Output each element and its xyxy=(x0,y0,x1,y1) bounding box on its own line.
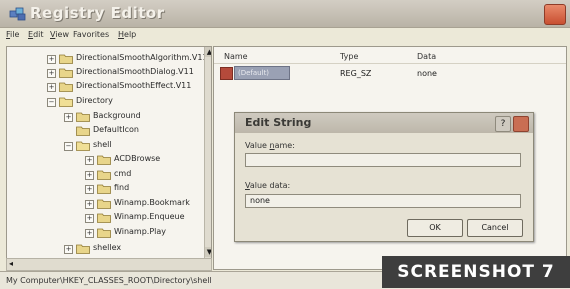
tree-item-label: cmd xyxy=(114,169,132,178)
tree-item-label: DirectionalSmoothEffect.V11 xyxy=(76,81,192,90)
folder-icon xyxy=(76,112,90,122)
expand-icon[interactable]: + xyxy=(85,171,94,180)
tree-item-label: Winamp.Bookmark xyxy=(114,198,190,207)
expand-icon[interactable]: + xyxy=(85,229,94,238)
expand-icon[interactable]: + xyxy=(64,245,73,254)
dialog-title-bar[interactable]: Edit String ? xyxy=(235,113,533,133)
menu-favorites[interactable]: Favorites xyxy=(73,30,109,39)
cancel-button[interactable]: Cancel xyxy=(467,219,523,237)
menu-view[interactable]: View xyxy=(50,30,69,39)
registry-editor-icon xyxy=(9,7,26,21)
screenshot-caption-badge: SCREENSHOT 7 xyxy=(382,256,570,288)
status-path: My Computer\HKEY_CLASSES_ROOT\Directory\… xyxy=(6,276,212,285)
open-folder-icon xyxy=(59,97,73,107)
window-title: Registry Editor xyxy=(30,4,165,22)
help-icon[interactable]: ? xyxy=(495,116,511,132)
tree-item-label: Winamp.Enqueue xyxy=(114,212,185,221)
value-data: none xyxy=(417,69,437,78)
dialog-title: Edit String xyxy=(245,116,312,129)
value-name: (Default) xyxy=(238,69,270,77)
column-header-data[interactable]: Data xyxy=(417,52,436,61)
menu-edit[interactable]: Edit xyxy=(28,30,44,39)
folder-icon xyxy=(59,82,73,92)
menu-bar: File Edit View Favorites Help xyxy=(0,27,570,43)
tree-item-label: Background xyxy=(93,111,141,120)
title-bar[interactable]: Registry Editor xyxy=(0,0,570,28)
collapse-icon[interactable]: − xyxy=(64,142,73,151)
header-divider xyxy=(214,63,566,64)
expand-icon[interactable]: + xyxy=(85,185,94,194)
tree-item-label: DirectionalSmoothAlgorithm.V11 xyxy=(76,53,208,62)
tree-item-label: DefaultIcon xyxy=(93,125,139,134)
tree-vertical-scrollbar[interactable]: ▲ ▼ xyxy=(204,47,211,259)
collapse-icon[interactable]: − xyxy=(47,98,56,107)
folder-icon xyxy=(76,244,90,254)
column-header-name[interactable]: Name xyxy=(224,52,248,61)
value-type: REG_SZ xyxy=(340,69,372,78)
registry-editor-window: Registry Editor File Edit View Favorites… xyxy=(0,0,570,289)
expand-icon[interactable]: + xyxy=(47,55,56,64)
value-data-field[interactable]: none xyxy=(245,194,521,208)
folder-icon xyxy=(97,184,111,194)
value-data-label: Value data: xyxy=(245,181,291,190)
value-row-selected[interactable]: (Default) xyxy=(234,66,290,80)
value-name-label: Value name: xyxy=(245,141,295,150)
folder-icon xyxy=(59,54,73,64)
folder-icon xyxy=(97,199,111,209)
expand-icon[interactable]: + xyxy=(85,156,94,165)
tree-horizontal-scrollbar[interactable]: ◂ xyxy=(6,258,212,271)
registry-key-tree[interactable]: + DirectionalSmoothAlgorithm.V11 + Direc… xyxy=(6,46,212,260)
scroll-up-icon[interactable]: ▲ xyxy=(205,47,211,57)
folder-icon xyxy=(59,68,73,78)
menu-help[interactable]: Help xyxy=(118,30,136,39)
folder-icon xyxy=(76,126,90,136)
tree-item-label: DirectionalSmoothDialog.V11 xyxy=(76,67,194,76)
ok-button[interactable]: OK xyxy=(407,219,463,237)
expand-icon[interactable]: + xyxy=(85,214,94,223)
tree-item-label: Directory xyxy=(76,96,113,105)
close-button[interactable] xyxy=(544,4,566,25)
open-folder-icon xyxy=(76,141,90,151)
expand-icon[interactable]: + xyxy=(47,69,56,78)
value-name-field[interactable] xyxy=(245,153,521,167)
expand-icon[interactable]: + xyxy=(47,83,56,92)
tree-item-label: shellex xyxy=(93,243,122,252)
tree-item-label: Winamp.Play xyxy=(114,227,167,236)
string-value-icon xyxy=(220,67,233,80)
tree-item-label: find xyxy=(114,183,130,192)
folder-icon xyxy=(97,228,111,238)
edit-string-dialog: Edit String ? Value name: Value data: no… xyxy=(234,112,534,242)
menu-file[interactable]: File xyxy=(6,30,19,39)
dialog-close-button[interactable] xyxy=(513,116,529,132)
folder-icon xyxy=(97,155,111,165)
tree-item-label: ACDBrowse xyxy=(114,154,161,163)
scroll-down-icon[interactable]: ▼ xyxy=(205,247,211,257)
folder-icon xyxy=(97,170,111,180)
expand-icon[interactable]: + xyxy=(85,200,94,209)
tree-item-label: shell xyxy=(93,140,112,149)
scroll-left-icon[interactable]: ◂ xyxy=(9,259,13,268)
expand-icon[interactable]: + xyxy=(64,113,73,122)
folder-icon xyxy=(97,213,111,223)
column-header-type[interactable]: Type xyxy=(340,52,358,61)
